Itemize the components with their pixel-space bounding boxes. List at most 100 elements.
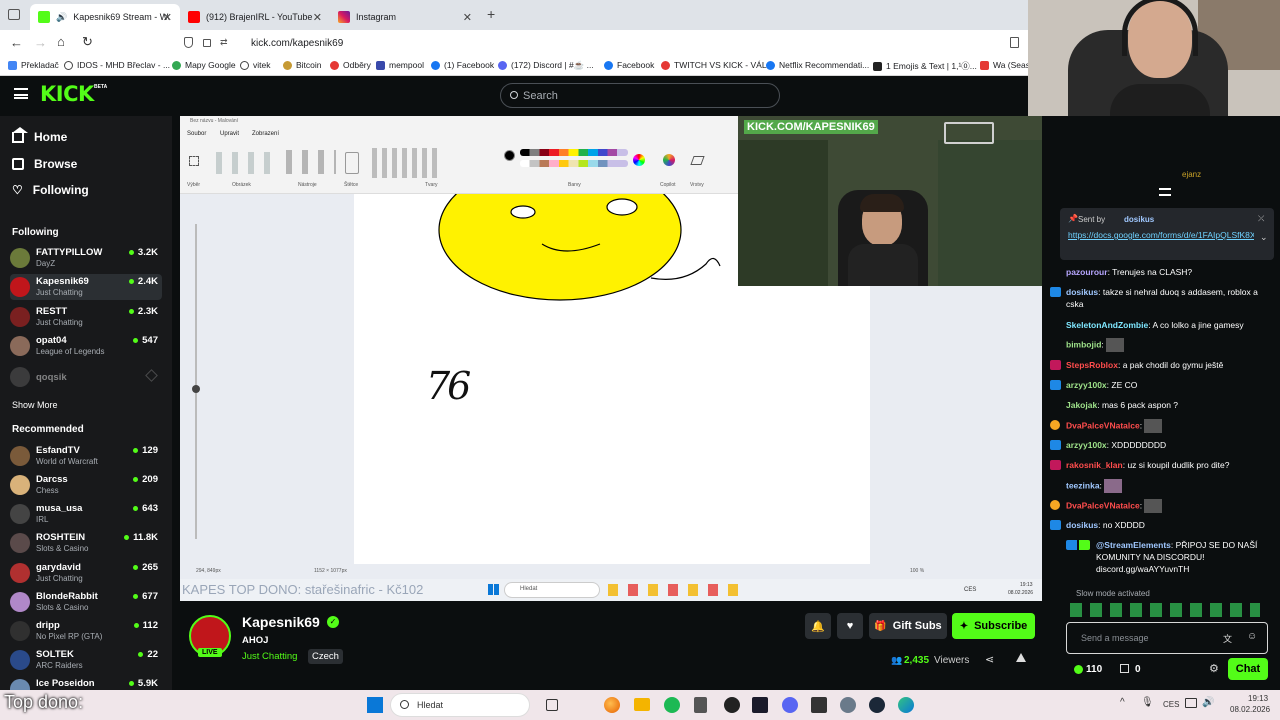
tray-chevron-icon[interactable]: ^ (1120, 697, 1125, 708)
app-icon[interactable] (811, 697, 827, 713)
recommended-channel[interactable]: musa_usa IRL 643 (10, 501, 162, 527)
star-icon: ✦ (959, 620, 969, 632)
recommended-channel[interactable]: Ice Poseidon 5.9K (10, 676, 162, 690)
following-channel-fattypillow[interactable]: FATTYPILLOW DayZ 3.2K (10, 245, 162, 271)
menu-icon[interactable] (14, 88, 28, 99)
gift-icon (1120, 664, 1129, 673)
recommended-channel[interactable]: dripp No Pixel RP (GTA) 112 (10, 618, 162, 644)
app-icon[interactable] (752, 697, 768, 713)
streamer-body (848, 244, 918, 286)
home-icon[interactable]: ⌂ (57, 34, 65, 49)
chat-send-button[interactable]: Chat (1228, 658, 1268, 680)
sidebar-item-following[interactable]: ♡ Following (12, 183, 89, 197)
discord-icon[interactable] (782, 697, 798, 713)
firefox-icon[interactable] (604, 697, 620, 713)
new-tab-icon[interactable]: + (487, 6, 495, 22)
following-channel-opat04[interactable]: opat04 League of Legends 547 (10, 333, 162, 359)
settings-icon[interactable] (840, 697, 856, 713)
task-view-icon[interactable] (546, 699, 558, 711)
following-channel-restt[interactable]: RESTT Just Chatting 2.3K (10, 304, 162, 330)
sidebar-item-browse[interactable]: Browse (12, 157, 77, 171)
sidebar-item-home[interactable]: Home (12, 126, 67, 144)
edge-icon[interactable] (898, 697, 914, 713)
recommended-channel[interactable]: garydavid Just Chatting 265 (10, 560, 162, 586)
zoom-slider-track (195, 224, 197, 539)
kick-logo[interactable]: KICK (40, 82, 94, 106)
emoji-icon[interactable]: ☺ (1247, 631, 1257, 642)
chevron-down-icon[interactable]: ⌄ (1260, 232, 1268, 243)
reload-icon[interactable]: ↻ (82, 34, 93, 50)
back-icon[interactable]: ← (10, 35, 23, 50)
subscribe-button[interactable]: ✦ Subscribe (952, 613, 1035, 639)
channel-name[interactable]: Kapesnik69 (242, 614, 320, 630)
mic-icon[interactable]: 🎙 (1141, 697, 1154, 708)
follow-button[interactable]: ♥ (837, 613, 863, 639)
os-lang[interactable]: CES (1163, 700, 1179, 709)
bookmark-item[interactable]: Bitcoin (283, 60, 322, 70)
following-channel-qoqsik[interactable]: qoqsik (10, 364, 162, 390)
tab-youtube[interactable]: (912) BrajenIRL - YouTube ✕ (180, 4, 330, 30)
close-tab-icon[interactable]: ✕ (313, 11, 322, 24)
tab-overview-icon[interactable] (8, 9, 20, 20)
unpin-icon[interactable]: ⤫ (1258, 214, 1264, 224)
bot-badge-icon (1066, 540, 1090, 550)
recommended-channel[interactable]: Darcss Chess 209 (10, 472, 162, 498)
bookmark-label: (1) Facebook (444, 60, 495, 70)
bookmark-item[interactable]: Netflix Recommendati... (766, 60, 869, 70)
explorer-icon[interactable] (634, 698, 650, 711)
bookmark-item[interactable]: Mapy Google (172, 60, 236, 70)
chat-input[interactable]: Send a message 文 ☺ (1066, 622, 1268, 654)
windows-start-icon[interactable] (367, 697, 383, 713)
gifts-count[interactable]: 0 (1135, 664, 1141, 675)
notifications-button[interactable]: 🔔 (805, 613, 831, 639)
gear-icon[interactable]: ⚙ (1209, 662, 1219, 675)
url-field[interactable]: kick.com/kapesnik69 (251, 38, 343, 49)
bookmark-item[interactable]: 1 Emojis & Text | 1,¹⓪... (873, 60, 977, 72)
stream-category[interactable]: Just Chatting (242, 651, 297, 662)
pinned-link[interactable]: https://docs.google.com/forms/d/e/1FAIpQ… (1068, 229, 1254, 255)
volume-icon[interactable]: 🔊 (1202, 697, 1214, 708)
spotify-icon[interactable] (664, 697, 680, 713)
language-tag[interactable]: Czech (308, 649, 343, 664)
os-search-box[interactable]: Hledat (390, 693, 530, 717)
report-icon[interactable] (1016, 653, 1026, 662)
bookmark-item[interactable]: mempool (376, 60, 424, 70)
calculator-icon[interactable] (694, 697, 707, 713)
os-date[interactable]: 08.02.2026 (1230, 705, 1270, 714)
bookmark-item[interactable]: (172) Discord | #☕ ... (498, 60, 594, 71)
chat-message: Jakojak: mas 6 pack aspon ? (1066, 400, 1179, 410)
permissions-icon[interactable]: ⇄ (220, 37, 228, 48)
points-count[interactable]: 110 (1086, 664, 1102, 675)
show-more-link[interactable]: Show More (12, 400, 58, 410)
bookmark-item[interactable]: Facebook (604, 60, 654, 70)
tab-instagram[interactable]: Instagram ✕ (330, 4, 480, 30)
bookmark-item[interactable]: Odběry (330, 60, 371, 70)
network-icon[interactable] (1185, 698, 1197, 708)
bookmark-item[interactable]: (1) Facebook (431, 60, 494, 70)
bookmark-item[interactable]: TWITCH VS KICK - VÁL... (661, 60, 774, 70)
pinned-message[interactable]: 📌 Sent by dosikus https://docs.google.co… (1060, 208, 1274, 260)
recommended-channel[interactable]: ROSHTEIN Slots & Casino 11.8K (10, 530, 162, 556)
steam-icon[interactable] (869, 697, 885, 713)
recommended-channel[interactable]: EsfandTV World of Warcraft 129 (10, 443, 162, 469)
viewer-count: 5.9K (129, 678, 158, 689)
bookmark-item[interactable]: vitek (240, 60, 270, 70)
app-icon[interactable] (724, 697, 740, 713)
bookmark-item[interactable]: Wa (Seaso (980, 60, 1028, 70)
forward-icon[interactable]: → (34, 35, 47, 50)
tab-kick[interactable]: 🔊 Kapesnik69 Stream - Watch ✕ (30, 4, 180, 30)
os-time[interactable]: 19:13 (1248, 694, 1268, 703)
recommended-channel[interactable]: SOLTEK ARC Raiders 22 (10, 647, 162, 673)
gift-subs-button[interactable]: 🎁 Gift Subs (869, 613, 947, 639)
translate-icon[interactable]: 文 (1223, 632, 1232, 645)
reader-view-icon[interactable] (1010, 37, 1019, 48)
close-tab-icon[interactable]: ✕ (163, 11, 172, 24)
close-tab-icon[interactable]: ✕ (463, 11, 472, 24)
following-channel-kapesnik69[interactable]: Kapesnik69 Just Chatting 2.4K (10, 274, 162, 300)
search-input[interactable]: Search (500, 83, 780, 108)
bookmark-item[interactable]: IDOS - MHD Břeclav - ... (64, 60, 170, 70)
share-icon[interactable]: ⋖ (985, 653, 994, 666)
bookmark-item[interactable]: Překladač (8, 60, 59, 70)
recommended-channel[interactable]: BlondeRabbit Slots & Casino 677 (10, 589, 162, 615)
video-player[interactable]: Bez názvu - Malování Soubor Upravit Zobr… (180, 116, 1042, 601)
